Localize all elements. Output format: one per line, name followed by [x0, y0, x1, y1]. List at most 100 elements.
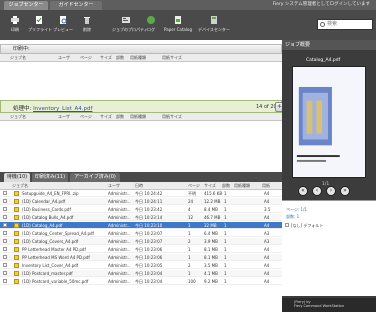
tab-job-center[interactable]: ジョブセンター — [4, 1, 48, 10]
col-size[interactable]: サイズ — [100, 54, 112, 61]
cell-date: 今日 10:23:10 — [135, 223, 163, 228]
col-paper-type[interactable]: 用紙種類 — [130, 54, 146, 61]
first-page-button[interactable]: « — [298, 186, 308, 196]
preview-filename: Catalog_A4.pdf — [306, 58, 341, 63]
col-copies[interactable]: 部数 — [116, 113, 124, 120]
row-checkbox[interactable] — [3, 279, 7, 283]
col-job-name[interactable]: ジョブ名 — [10, 113, 26, 120]
tab-held[interactable]: 待機(10) — [4, 173, 30, 182]
tool-label: プレビュー — [53, 27, 73, 32]
col-pages[interactable]: ページ — [80, 113, 92, 120]
table-row[interactable]: Inventory List_Cover_A4.pdf Administr... 今… — [0, 262, 282, 269]
file-icon — [14, 271, 19, 276]
page-preview[interactable] — [292, 66, 366, 178]
tool-label: Paper Catalog — [164, 27, 192, 32]
row-checkbox[interactable] — [3, 239, 7, 243]
cell-date: 今日 10:24:42 — [135, 191, 163, 196]
cell-copies: 1 — [224, 223, 227, 228]
cell-copies: 1 — [224, 199, 227, 204]
tab-archived[interactable]: アーカイブ済み(0) — [70, 173, 120, 182]
cell-psize: A4 — [264, 279, 270, 284]
col-user[interactable]: ユーザ — [58, 113, 70, 120]
search-field[interactable]: 検索 — [317, 19, 373, 30]
row-checkbox[interactable] — [3, 215, 7, 219]
table-row[interactable]: Setupguide_A4_EN_FPRI..zip Administr... 今日… — [0, 190, 282, 197]
row-checkbox[interactable] — [3, 247, 7, 251]
job-summary-title: ジョブ概要 — [285, 42, 311, 48]
col-copies[interactable]: 部数 — [116, 54, 124, 61]
col-job-name[interactable]: ジョブ名 — [10, 54, 26, 61]
table-row[interactable]: (1D) Catalog_A4.pdf Administr... 今日 10:23:… — [0, 222, 282, 229]
cell-name: (1D) Catalog_A4.pdf — [22, 223, 63, 228]
col-paper-size[interactable]: 用紙サイズ — [162, 54, 182, 61]
cell-date: 今日 10:23:42 — [135, 207, 163, 212]
cell-psize: A4 — [264, 191, 270, 196]
meta-pages: ページ: 1/1 — [286, 207, 307, 212]
delete-button[interactable]: 削除 — [76, 13, 98, 38]
preset-checkbox[interactable] — [285, 223, 289, 227]
table-row[interactable]: (1D) Catalog Bulls_A4.pdf Administr... 今日 … — [0, 214, 282, 221]
cell-size: 8.4 MB — [204, 207, 218, 212]
device-center-icon — [211, 16, 217, 24]
processing-status: 処理中: Inventory_List_A4.pdf — [13, 104, 92, 112]
col-pages[interactable]: ページ — [188, 182, 200, 189]
preflight-button[interactable]: プリフライト — [28, 13, 52, 38]
tool-label: 印刷 — [11, 27, 19, 32]
log-button[interactable]: ログ — [140, 13, 162, 38]
cell-psize: A4 — [264, 223, 270, 228]
cell-pages: 24 — [188, 199, 194, 204]
col-paper-type[interactable]: 用紙種類 — [234, 182, 250, 189]
col-user[interactable]: ユーザ — [58, 54, 70, 61]
col-paper-type[interactable]: 用紙種類 — [130, 113, 146, 120]
device-center-button[interactable]: デバイスセンター — [196, 13, 232, 38]
col-paper-size[interactable]: 用紙サイズ — [162, 113, 182, 120]
processing-file-link[interactable]: Inventory_List_A4.pdf — [33, 106, 92, 112]
tab-label: アーカイブ済み(0) — [74, 174, 116, 180]
col-date[interactable]: 日時 — [135, 182, 143, 189]
row-checkbox[interactable] — [3, 255, 7, 259]
job-properties-button[interactable]: ジョブのプロパティ — [112, 13, 148, 38]
cell-size: 4.1 MB — [204, 271, 218, 276]
preview-button[interactable]: プレビュー — [52, 13, 74, 38]
table-row[interactable]: (1D) Postcard_master.pdf Administr... 今日 1… — [0, 270, 282, 277]
tab-printed[interactable]: 印刷済み(11) — [32, 173, 68, 182]
prev-page-button[interactable]: ‹ — [312, 186, 322, 196]
cell-psize: A4 — [264, 255, 270, 260]
table-row[interactable]: PP Letterhead MS Word A4 PD.pdf Administr… — [0, 254, 282, 261]
col-size[interactable]: サイズ — [204, 182, 216, 189]
table-row[interactable]: PP Letterhead Master A4 PD.pdf Administr.… — [0, 246, 282, 253]
paper-catalog-button[interactable]: Paper Catalog — [162, 13, 194, 38]
col-size[interactable]: サイズ — [100, 113, 112, 120]
tool-label: デバイスセンター — [198, 27, 230, 32]
table-row[interactable]: (1D) Business_Cards.pdf Administr... 今日 10… — [0, 206, 282, 213]
tab-device-center[interactable]: ガイドセンター — [50, 1, 102, 10]
row-checkbox[interactable] — [3, 199, 7, 203]
table-row[interactable]: (1D) Catalog_Center_Spread_A4.pdf Adminis… — [0, 230, 282, 237]
col-paper-size[interactable]: 用紙 — [262, 182, 270, 189]
row-checkbox[interactable] — [3, 223, 7, 227]
file-icon — [14, 231, 19, 236]
row-checkbox[interactable] — [3, 231, 7, 235]
col-job-name[interactable]: ジョブ名 — [12, 182, 28, 189]
cell-size: 8.1 MB — [204, 247, 218, 252]
col-copies[interactable]: 部数 — [222, 182, 230, 189]
file-icon — [14, 199, 19, 204]
col-user[interactable]: ユーザ — [108, 182, 120, 189]
file-icon — [14, 191, 19, 196]
processing-column-header: ジョブ名 ユーザ ページ サイズ 部数 用紙種類 用紙サイズ — [0, 113, 282, 121]
row-checkbox[interactable] — [3, 271, 7, 275]
last-page-button[interactable]: » — [340, 186, 350, 196]
col-pages[interactable]: ページ — [80, 54, 92, 61]
cell-date: 今日 10:23:14 — [135, 215, 163, 220]
table-row[interactable]: (1D) Calendar_A4.pdf Administr... 今日 10:24… — [0, 198, 282, 205]
queue-column-header: ジョブ名 ユーザ 日時 ページ サイズ 部数 用紙種類 用紙 — [0, 182, 282, 190]
table-row[interactable]: (1D) Postcard_variable_50mc.pdf Administr… — [0, 278, 282, 285]
table-row[interactable]: (1D) Catalog_Covers_A4.pdf Administr... 今日… — [0, 238, 282, 245]
next-page-button[interactable]: › — [326, 186, 336, 196]
row-checkbox[interactable] — [3, 263, 7, 267]
print-button[interactable]: 印刷 — [4, 13, 26, 38]
cell-name: (1D) Catalog_Center_Spread_A4.pdf — [22, 231, 94, 236]
row-checkbox[interactable] — [3, 207, 7, 211]
row-checkbox[interactable] — [3, 191, 7, 195]
file-icon — [14, 247, 19, 252]
